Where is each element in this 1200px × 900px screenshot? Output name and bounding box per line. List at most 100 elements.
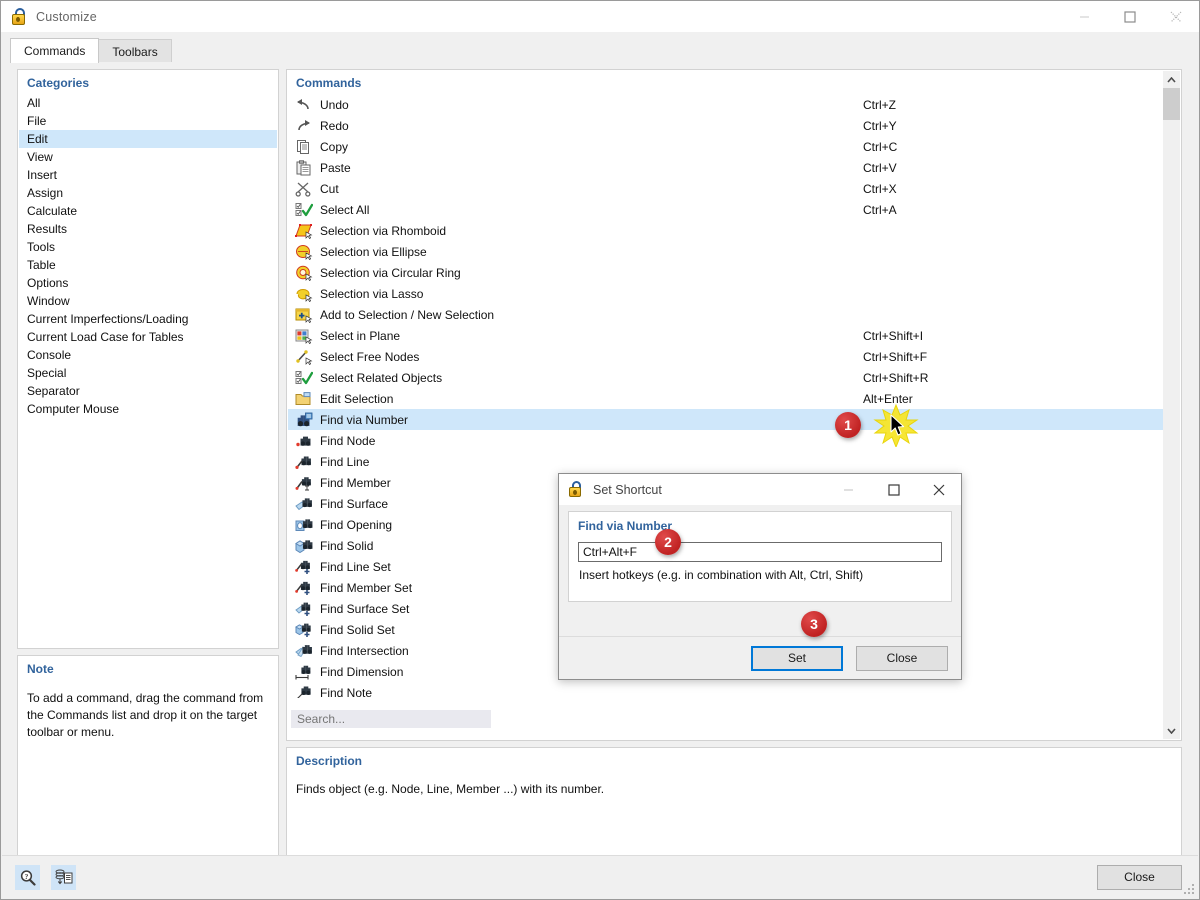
tab-toolbars-label: Toolbars <box>112 45 157 59</box>
ring-select-icon <box>294 265 314 281</box>
category-item[interactable]: Edit <box>19 130 277 148</box>
dialog-close-button-label: Close <box>887 651 918 665</box>
category-item[interactable]: Computer Mouse <box>19 400 277 418</box>
command-row[interactable]: Find Line <box>288 451 1163 472</box>
category-item[interactable]: View <box>19 148 277 166</box>
command-label: Select All <box>320 203 369 217</box>
category-item-label: Tools <box>27 240 55 254</box>
command-row[interactable]: Selection via Circular Ring <box>288 262 1163 283</box>
dialog-group-label: Find via Number <box>569 512 951 533</box>
select-in-plane-icon <box>294 328 314 344</box>
command-label: Undo <box>320 98 349 112</box>
find-solid-set-icon <box>294 622 314 638</box>
command-label: Selection via Circular Ring <box>320 266 461 280</box>
command-row[interactable]: Select Related ObjectsCtrl+Shift+R <box>288 367 1163 388</box>
callout-badge-3: 3 <box>801 611 827 637</box>
category-item-label: Options <box>27 276 68 290</box>
dialog-close-button[interactable]: Close <box>856 646 948 671</box>
command-row[interactable]: Find Note <box>288 682 1163 698</box>
command-label: Find Member Set <box>320 581 412 595</box>
command-label: Find Surface <box>320 497 388 511</box>
category-item-label: Separator <box>27 384 80 398</box>
dialog-button-row: Set Close <box>559 636 961 679</box>
lock-icon <box>568 481 585 498</box>
category-item[interactable]: All <box>19 94 277 112</box>
category-item[interactable]: Separator <box>19 382 277 400</box>
category-item[interactable]: Current Load Case for Tables <box>19 328 277 346</box>
command-row[interactable]: Select in PlaneCtrl+Shift+I <box>288 325 1163 346</box>
category-item-label: Table <box>27 258 56 272</box>
bottom-bar: ? Close <box>2 855 1198 898</box>
redo-arrow-icon <box>294 118 314 134</box>
command-row[interactable]: RedoCtrl+Y <box>288 115 1163 136</box>
dialog-minimize-icon[interactable] <box>826 474 871 505</box>
select-all-check-icon <box>294 370 314 386</box>
search-input[interactable] <box>291 710 491 728</box>
category-item[interactable]: Special <box>19 364 277 382</box>
scrollbar-thumb[interactable] <box>1163 88 1180 120</box>
callout-badge-2: 2 <box>655 529 681 555</box>
category-item[interactable]: Calculate <box>19 202 277 220</box>
command-row[interactable]: Selection via Ellipse <box>288 241 1163 262</box>
category-item[interactable]: Assign <box>19 184 277 202</box>
command-row[interactable]: Undo Ctrl+Z <box>288 94 1163 115</box>
command-row[interactable]: Select Free NodesCtrl+Shift+F <box>288 346 1163 367</box>
command-row[interactable]: Selection via Rhomboid <box>288 220 1163 241</box>
close-icon[interactable] <box>1153 1 1199 32</box>
command-row[interactable]: Edit SelectionAlt+Enter <box>288 388 1163 409</box>
tab-toolbars[interactable]: Toolbars <box>98 39 171 63</box>
dialog-close-icon[interactable] <box>916 474 961 505</box>
categories-header: Categories <box>18 70 278 93</box>
category-item[interactable]: Options <box>19 274 277 292</box>
find-line-icon <box>294 454 314 470</box>
free-nodes-icon <box>294 349 314 365</box>
command-label: Find Line <box>320 455 369 469</box>
category-item[interactable]: Results <box>19 220 277 238</box>
main-content: Categories AllFileEdit View InsertAssign Ca… <box>2 62 1198 855</box>
commands-header: Commands <box>287 70 1181 93</box>
dialog-window-controls <box>826 474 961 505</box>
command-row[interactable]: Add to Selection / New Selection <box>288 304 1163 325</box>
close-button[interactable]: Close <box>1097 865 1182 890</box>
scroll-down-icon[interactable] <box>1163 722 1180 739</box>
category-item[interactable]: Insert <box>19 166 277 184</box>
command-label: Find Solid <box>320 539 373 553</box>
commands-scrollbar[interactable] <box>1163 71 1180 739</box>
category-item-label: View <box>27 150 53 164</box>
categories-list[interactable]: AllFileEdit View InsertAssign Calculate Resu… <box>19 94 277 647</box>
set-button[interactable]: Set <box>751 646 843 671</box>
category-item[interactable]: File <box>19 112 277 130</box>
command-row[interactable]: Selection via Lasso <box>288 283 1163 304</box>
command-row[interactable]: PasteCtrl+V <box>288 157 1163 178</box>
category-item[interactable]: Table <box>19 256 277 274</box>
command-label: Find Solid Set <box>320 623 395 637</box>
command-label: Selection via Ellipse <box>320 245 427 259</box>
command-row[interactable]: Select AllCtrl+A <box>288 199 1163 220</box>
dialog-maximize-icon[interactable] <box>871 474 916 505</box>
description-text: Finds object (e.g. Node, Line, Member ..… <box>287 771 1181 796</box>
category-item-label: Calculate <box>27 204 77 218</box>
export-list-icon[interactable] <box>51 865 76 890</box>
category-item-label: Results <box>27 222 67 236</box>
scroll-up-icon[interactable] <box>1163 71 1180 88</box>
command-label: Select Free Nodes <box>320 350 419 364</box>
minimize-icon[interactable] <box>1061 1 1107 32</box>
category-item[interactable]: Console <box>19 346 277 364</box>
command-row[interactable]: Find Node <box>288 430 1163 451</box>
category-item[interactable]: Window <box>19 292 277 310</box>
find-node-icon <box>294 433 314 449</box>
help-icon[interactable]: ? <box>15 865 40 890</box>
command-row[interactable]: CutCtrl+X <box>288 178 1163 199</box>
command-shortcut: Ctrl+Z <box>863 98 896 112</box>
category-item[interactable]: Tools <box>19 238 277 256</box>
svg-text:?: ? <box>25 872 29 881</box>
tab-commands[interactable]: Commands <box>10 38 99 63</box>
command-label: Find Dimension <box>320 665 403 679</box>
command-row[interactable]: CopyCtrl+C <box>288 136 1163 157</box>
maximize-icon[interactable] <box>1107 1 1153 32</box>
find-via-number-row[interactable]: Find via Number <box>288 409 1163 430</box>
category-item-label: Window <box>27 294 70 308</box>
category-item[interactable]: Current Imperfections/Loading <box>19 310 277 328</box>
resize-grip[interactable] <box>1184 884 1196 896</box>
shortcut-input[interactable] <box>578 542 942 562</box>
